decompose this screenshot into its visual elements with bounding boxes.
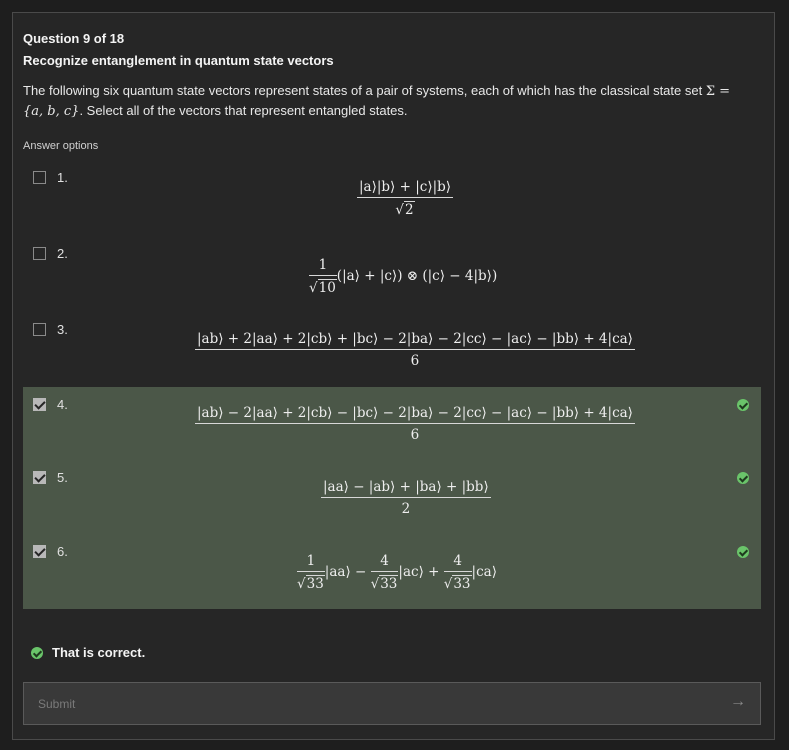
option-3-formula: |ab⟩ + 2|aa⟩ + 2|cb⟩ + |bc⟩ − 2|ba⟩ − 2|… <box>195 331 635 369</box>
option-6-term1: |aa⟩ − <box>324 564 367 580</box>
option-6-checkbox[interactable] <box>33 545 46 558</box>
question-title: Recognize entanglement in quantum state … <box>23 53 334 68</box>
option-6-coef2-num: 4 <box>370 553 399 572</box>
option-3-numerator: |ab⟩ + 2|aa⟩ + 2|cb⟩ + |bc⟩ − 2|ba⟩ − 2|… <box>195 331 635 350</box>
option-6-coef3-num: 4 <box>443 553 472 572</box>
option-2-denominator: 10 <box>317 279 337 296</box>
option-1-numerator: |a⟩|b⟩ + |c⟩|b⟩ <box>357 179 454 198</box>
state-set: {a, b, c} <box>23 104 80 119</box>
option-6[interactable]: 6. 1 √33 |aa⟩ − 4 √33 |ac⟩ + 4 √33 |ca⟩ <box>23 533 761 609</box>
option-6-term2: |ac⟩ + <box>398 564 440 580</box>
option-6-term3: |ca⟩ <box>471 564 497 580</box>
check-circle-icon <box>31 647 43 659</box>
submit-button[interactable]: Submit → <box>23 682 761 725</box>
option-3[interactable]: 3. |ab⟩ + 2|aa⟩ + 2|cb⟩ + |bc⟩ − 2|ba⟩ −… <box>23 313 761 383</box>
submit-label: Submit <box>38 697 76 711</box>
option-6-coef1-den: 33 <box>305 575 325 592</box>
option-4-formula: |ab⟩ − 2|aa⟩ + 2|cb⟩ − |bc⟩ − 2|ba⟩ − 2|… <box>195 405 635 443</box>
option-5-denominator: 2 <box>401 501 411 517</box>
question-number: Question 9 of 18 <box>23 31 125 46</box>
option-2-label: 2. <box>57 246 68 261</box>
option-4-denominator: 6 <box>410 427 420 443</box>
option-1-denominator: 2 <box>404 201 415 218</box>
option-4-checkbox[interactable] <box>33 398 46 411</box>
option-6-coef1-num: 1 <box>297 553 325 572</box>
question-text-before: The following six quantum state vectors … <box>23 83 706 98</box>
option-6-formula: 1 √33 |aa⟩ − 4 √33 |ac⟩ + 4 √33 |ca⟩ <box>297 553 497 592</box>
option-2-checkbox[interactable] <box>33 247 46 260</box>
option-4-correct-icon <box>737 399 749 411</box>
answer-options-label: Answer options <box>23 140 99 152</box>
option-6-label: 6. <box>57 544 68 559</box>
question-text-after: . Select all of the vectors that represe… <box>79 103 408 118</box>
sigma-symbol: Σ = <box>705 84 731 99</box>
option-5[interactable]: 5. |aa⟩ − |ab⟩ + |ba⟩ + |bb⟩ 2 <box>23 457 761 533</box>
question-panel: Question 9 of 18 Recognize entanglement … <box>12 12 775 740</box>
option-5-formula: |aa⟩ − |ab⟩ + |ba⟩ + |bb⟩ 2 <box>321 479 491 517</box>
option-6-coef3-den: 33 <box>452 575 472 592</box>
option-6-coef2-den: 33 <box>379 575 399 592</box>
option-5-correct-icon <box>737 472 749 484</box>
option-6-correct-icon <box>737 546 749 558</box>
option-1-checkbox[interactable] <box>33 171 46 184</box>
option-5-label: 5. <box>57 470 68 485</box>
option-1[interactable]: 1. |a⟩|b⟩ + |c⟩|b⟩ √2 <box>23 163 761 233</box>
option-3-denominator: 6 <box>410 353 420 369</box>
feedback-text: That is correct. <box>52 645 146 660</box>
option-2-formula: 1 √10 (|a⟩ + |c⟩) ⊗ (|c⟩ − 4|b⟩) <box>309 257 498 296</box>
option-4-label: 4. <box>57 397 68 412</box>
question-text: The following six quantum state vectors … <box>23 81 763 121</box>
option-3-label: 3. <box>57 322 68 337</box>
option-5-numerator: |aa⟩ − |ab⟩ + |ba⟩ + |bb⟩ <box>321 479 491 498</box>
option-3-checkbox[interactable] <box>33 323 46 336</box>
option-2-numerator: 1 <box>309 257 337 276</box>
option-2[interactable]: 2. 1 √10 (|a⟩ + |c⟩) ⊗ (|c⟩ − 4|b⟩) <box>23 239 761 303</box>
option-2-rest: (|a⟩ + |c⟩) ⊗ (|c⟩ − 4|b⟩) <box>336 268 498 284</box>
option-4[interactable]: 4. |ab⟩ − 2|aa⟩ + 2|cb⟩ − |bc⟩ − 2|ba⟩ −… <box>23 387 761 457</box>
option-5-checkbox[interactable] <box>33 471 46 484</box>
option-1-formula: |a⟩|b⟩ + |c⟩|b⟩ √2 <box>357 179 454 218</box>
option-4-numerator: |ab⟩ − 2|aa⟩ + 2|cb⟩ − |bc⟩ − 2|ba⟩ − 2|… <box>195 405 635 424</box>
option-1-label: 1. <box>57 170 68 185</box>
arrow-right-icon: → <box>730 693 746 710</box>
